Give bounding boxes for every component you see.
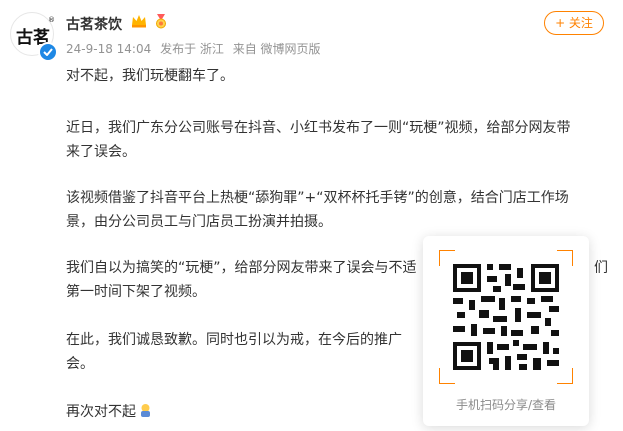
verified-icon (38, 42, 58, 62)
post-paragraph: 近日，我们广东分公司账号在抖音、小红书发布了一则“玩梗”视频，给部分网友带 (66, 120, 571, 136)
qr-share-popup: 手机扫码分享/查看 (423, 236, 589, 426)
post-paragraph: 再次对不起 (66, 404, 136, 420)
post-paragraph: 景，由分公司员工与门店员工扮演并拍摄。 (66, 214, 332, 230)
post-source: 来自 微博网页版 (232, 42, 321, 56)
qr-caption: 手机扫码分享/查看 (455, 398, 557, 412)
post-paragraph: 该视频借鉴了抖音平台上热梗“舔狗罪”+“双杯杯托手铐”的创意，结合门店工作场 (66, 190, 569, 206)
medal-icon (154, 13, 168, 33)
post-paragraph: 在此，我们诚恳致歉。同时也引以为戒，在今后的推广 (66, 332, 402, 348)
follow-button[interactable]: + 关注 (544, 11, 604, 35)
registered-mark: ® (48, 16, 55, 24)
post-paragraph: 我们自以为搞笑的“玩梗”，给部分网友带来了误会与不适 (66, 260, 417, 276)
crown-icon (130, 13, 148, 33)
post-meta: 24-9-18 14:04 发布于 浙江 来自 微博网页版 (66, 40, 326, 57)
post-paragraph: 对不起，我们玩梗翻车了。 (66, 68, 234, 84)
post-paragraph: 来了误会。 (66, 144, 136, 160)
account-name[interactable]: 古茗茶饮 (66, 14, 122, 34)
bowing-emoji-icon (138, 402, 153, 417)
post-date[interactable]: 24-9-18 14:04 (66, 42, 151, 56)
post-paragraph-fragment: 们 (594, 260, 608, 276)
qr-code-image (439, 250, 573, 384)
post-location: 发布于 浙江 (160, 42, 224, 56)
